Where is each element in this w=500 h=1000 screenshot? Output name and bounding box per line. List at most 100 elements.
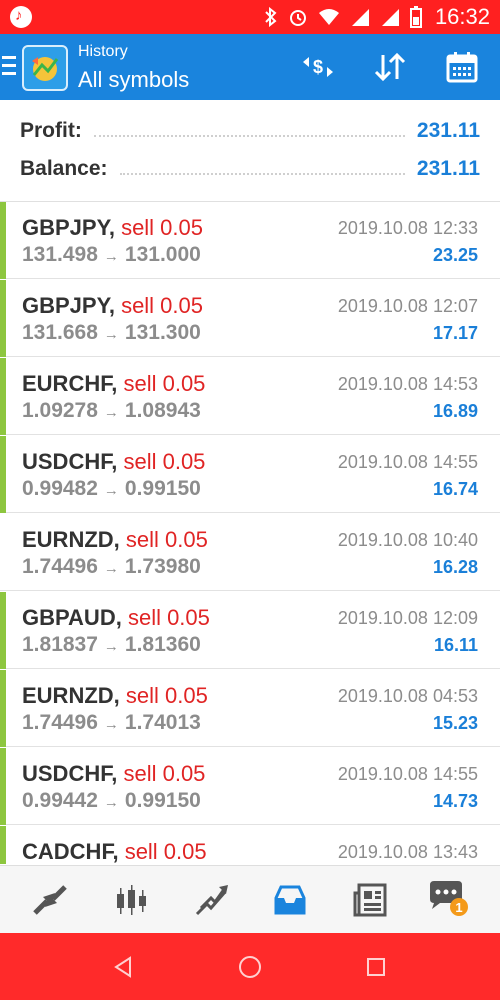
sort-icon[interactable] — [370, 47, 410, 87]
trade-symbol: GBPAUD, — [22, 605, 122, 630]
app-title: History — [78, 43, 128, 60]
trade-prices: 131.498 → 131.000 — [22, 242, 201, 270]
trade-datetime: 2019.10.08 12:07 — [337, 296, 478, 316]
trade-row[interactable]: CADCHF, sell 0.05 2019.10.08 13:43 — [0, 826, 500, 864]
svg-text:$: $ — [313, 57, 323, 77]
trade-datetime: 2019.10.08 14:55 — [337, 764, 478, 784]
trade-profit: 16.74 — [432, 479, 478, 499]
arrow-right-icon: → — [103, 326, 119, 343]
trade-profit: 16.11 — [433, 635, 478, 655]
trade-datetime: 2019.10.08 14:53 — [337, 374, 478, 394]
profit-label: Profit: — [20, 119, 82, 142]
trade-indicator — [0, 748, 6, 825]
chart-icon[interactable] — [112, 880, 152, 920]
chat-icon[interactable]: 1 — [426, 880, 472, 920]
trade-row[interactable]: GBPJPY, sell 0.05 131.498 → 131.000 2019.1… — [0, 202, 500, 279]
trade-side: sell 0.05 — [127, 605, 210, 630]
trade-title: EURNZD, sell 0.05 — [22, 683, 208, 709]
trade-datetime: 2019.10.08 04:53 — [337, 686, 478, 706]
dotted-leader — [93, 125, 405, 137]
trade-profit: 16.28 — [432, 557, 478, 577]
quotes-icon[interactable] — [30, 880, 70, 920]
trade-prices: 1.74496 → 1.74013 — [22, 710, 201, 738]
trade-row[interactable]: EURNZD, sell 0.05 1.74496 → 1.73980 2019.1… — [0, 514, 500, 591]
trade-indicator — [0, 202, 6, 279]
open-price: 0.99442 — [22, 789, 98, 812]
balance-label: Balance: — [20, 157, 108, 180]
app-logo[interactable] — [22, 45, 68, 91]
trade-title: USDCHF, sell 0.05 — [22, 449, 205, 475]
status-time: 16:32 — [434, 4, 490, 29]
trade-prices: 0.99482 → 0.99150 — [22, 476, 201, 504]
close-price: 1.74013 — [124, 711, 201, 734]
open-price: 1.09278 — [22, 399, 98, 422]
history-icon[interactable] — [270, 880, 310, 920]
trade-icon[interactable] — [192, 880, 232, 920]
trade-side: sell 0.05 — [121, 215, 204, 240]
close-price: 1.73980 — [124, 555, 201, 578]
trade-row[interactable]: EURCHF, sell 0.05 1.09278 → 1.08943 2019.1… — [0, 358, 500, 435]
arrow-right-icon: → — [103, 638, 119, 655]
trade-symbol: GBPJPY, — [22, 293, 115, 318]
music-icon — [10, 6, 32, 28]
arrow-right-icon: → — [103, 482, 119, 499]
trade-row[interactable]: USDCHF, sell 0.05 0.99442 → 0.99150 2019.1… — [0, 748, 500, 825]
trade-datetime: 2019.10.08 14:55 — [337, 452, 478, 472]
status-bar: 16:32 — [0, 0, 500, 34]
currency-swap-icon[interactable]: $ — [298, 47, 338, 87]
trade-title: USDCHF, sell 0.05 — [22, 761, 205, 787]
trade-row[interactable]: GBPJPY, sell 0.05 131.668 → 131.300 2019.1… — [0, 280, 500, 357]
trade-row[interactable]: USDCHF, sell 0.05 0.99482 → 0.99150 2019.1… — [0, 436, 500, 513]
arrow-right-icon: → — [103, 716, 119, 733]
open-price: 1.81837 — [22, 633, 98, 656]
trade-history-list[interactable]: GBPJPY, sell 0.05 131.498 → 131.000 2019.1… — [0, 201, 500, 864]
trade-side: sell 0.05 — [121, 293, 204, 318]
trade-side: sell 0.05 — [123, 449, 206, 474]
trade-symbol: GBPJPY, — [22, 215, 115, 240]
bottom-navigation: 1 — [0, 865, 500, 933]
trade-symbol: CADCHF, — [22, 839, 119, 864]
trade-symbol: EURNZD, — [22, 527, 120, 552]
trade-side: sell 0.05 — [123, 761, 206, 786]
status-icons — [264, 5, 422, 29]
trade-profit: 16.89 — [432, 401, 478, 421]
trade-title: GBPAUD, sell 0.05 — [22, 605, 210, 631]
trade-indicator — [0, 436, 6, 513]
trade-indicator — [0, 670, 6, 747]
trade-datetime: 2019.10.08 12:09 — [337, 608, 478, 628]
trade-symbol: EURNZD, — [22, 683, 120, 708]
news-icon[interactable] — [350, 880, 390, 920]
calendar-icon[interactable] — [442, 47, 482, 87]
app-logo-icon — [32, 57, 59, 81]
trade-prices: 131.668 → 131.300 — [22, 320, 201, 348]
chat-badge: 1 — [455, 900, 462, 915]
close-price: 1.08943 — [124, 399, 201, 422]
trade-row[interactable]: GBPAUD, sell 0.05 1.81837 → 1.81360 2019.1… — [0, 592, 500, 669]
recents-icon[interactable] — [360, 951, 392, 983]
trade-indicator — [0, 826, 6, 864]
trade-datetime: 2019.10.08 12:33 — [337, 218, 478, 238]
trade-row[interactable]: EURNZD, sell 0.05 1.74496 → 1.74013 2019.1… — [0, 670, 500, 747]
home-icon[interactable] — [234, 951, 266, 983]
close-price: 131.300 — [124, 321, 201, 344]
menu-icon[interactable] — [2, 56, 16, 78]
trade-profit: 14.73 — [432, 791, 478, 811]
open-price: 131.498 — [22, 243, 98, 266]
open-price: 0.99482 — [22, 477, 98, 500]
bluetooth-icon — [265, 7, 277, 27]
trade-title: GBPJPY, sell 0.05 — [22, 215, 203, 241]
account-summary: Profit: 231.11 Balance: 231.11 — [0, 100, 500, 200]
signal-icon — [382, 9, 399, 26]
balance-row: Balance: 231.11 — [20, 154, 480, 184]
close-price: 0.99150 — [124, 477, 201, 500]
symbol-filter[interactable]: All symbols — [78, 67, 189, 93]
arrow-right-icon: → — [103, 404, 119, 421]
back-icon[interactable] — [108, 951, 140, 983]
arrow-right-icon: → — [103, 248, 119, 265]
trade-title: CADCHF, sell 0.05 — [22, 839, 207, 864]
trade-datetime: 2019.10.08 13:43 — [337, 842, 478, 862]
app-bar: History All symbols $ — [0, 34, 500, 100]
trade-indicator — [0, 592, 6, 669]
trade-title: EURCHF, sell 0.05 — [22, 371, 205, 397]
trade-side: sell 0.05 — [124, 839, 207, 864]
